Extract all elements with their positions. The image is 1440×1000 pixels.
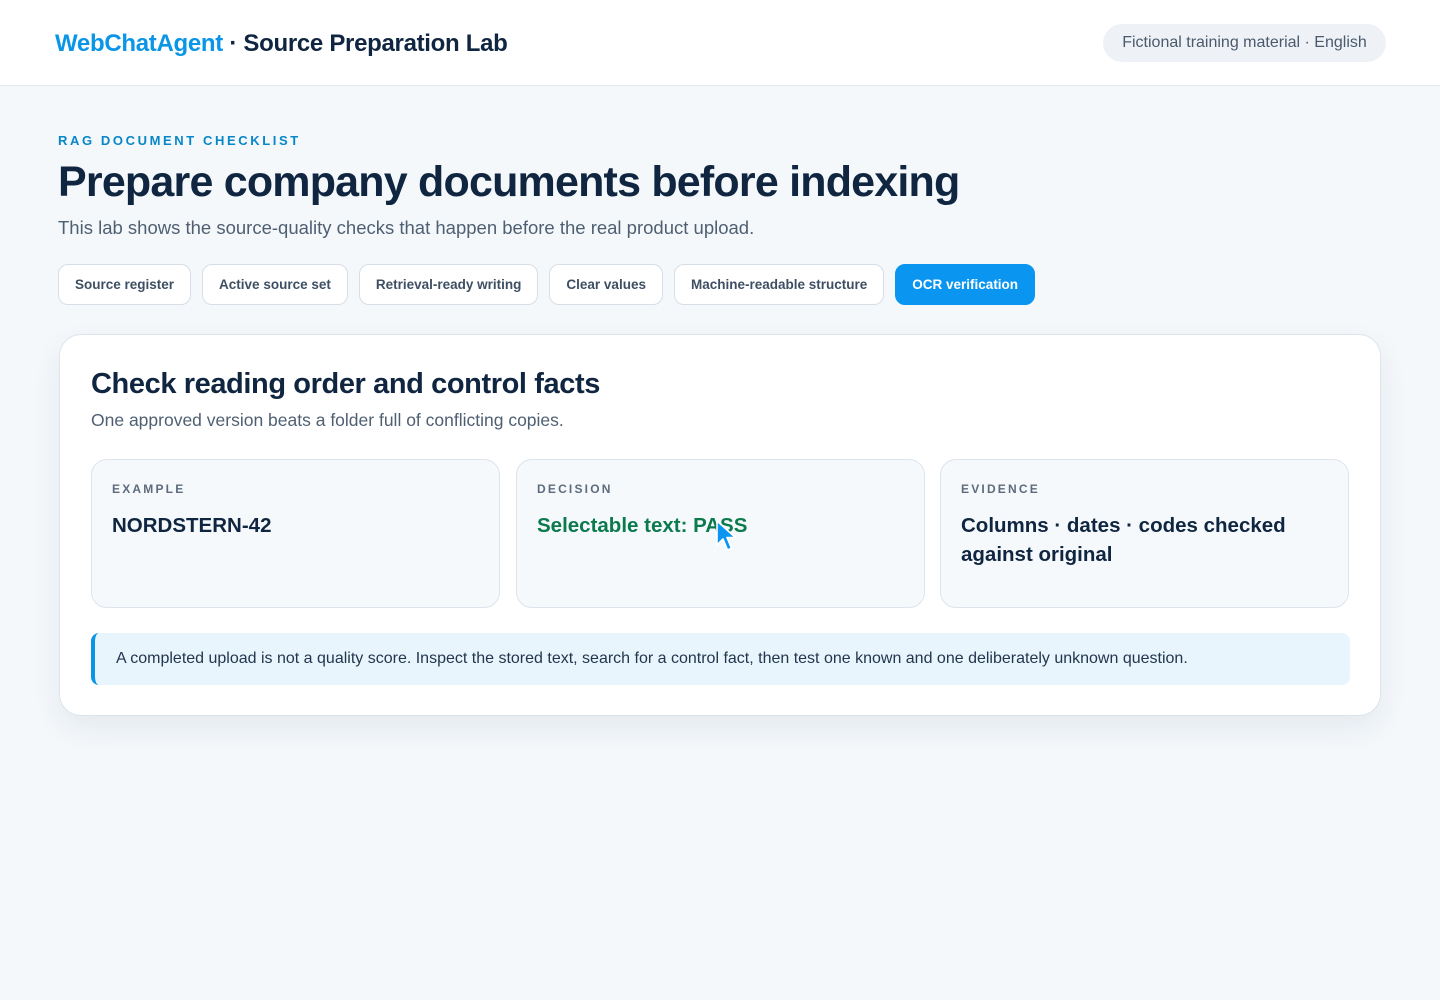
quality-note: A completed upload is not a quality scor… bbox=[91, 633, 1350, 685]
tab-clear-values[interactable]: Clear values bbox=[549, 264, 663, 305]
page-title: Prepare company documents before indexin… bbox=[58, 158, 960, 206]
section-eyebrow: RAG DOCUMENT CHECKLIST bbox=[58, 133, 301, 148]
example-label: EXAMPLE bbox=[112, 482, 186, 496]
page-subtitle: This lab shows the source-quality checks… bbox=[58, 217, 755, 238]
card-title: Check reading order and control facts bbox=[91, 368, 600, 400]
tab-active-source-set[interactable]: Active source set bbox=[202, 264, 348, 305]
app-title: Source Preparation Lab bbox=[243, 30, 508, 57]
brand-separator: · bbox=[222, 30, 244, 57]
evidence-box: EVIDENCE Columns · dates · codes checked… bbox=[940, 459, 1349, 608]
brand-logo[interactable]: WebChatAgent bbox=[55, 30, 223, 57]
example-box: EXAMPLE NORDSTERN-42 bbox=[91, 459, 500, 608]
evidence-label: EVIDENCE bbox=[961, 482, 1040, 496]
example-value: NORDSTERN-42 bbox=[112, 514, 272, 537]
tab-retrieval-ready-writing[interactable]: Retrieval-ready writing bbox=[358, 264, 539, 305]
tab-machine-readable-structure[interactable]: Machine-readable structure bbox=[673, 264, 885, 305]
training-material-badge: Fictional training material · English bbox=[1103, 24, 1386, 62]
top-bar: WebChatAgent · Source Preparation Lab Fi… bbox=[0, 0, 1440, 86]
brand-title: WebChatAgent · Source Preparation Lab bbox=[55, 30, 508, 58]
card-subtitle: One approved version beats a folder full… bbox=[91, 410, 564, 430]
decision-label: DECISION bbox=[537, 482, 613, 496]
tab-ocr-verification[interactable]: OCR verification bbox=[895, 264, 1036, 305]
checklist-tabs: Source register Active source set Retrie… bbox=[58, 264, 1036, 305]
evidence-value: Columns · dates · codes checked against … bbox=[961, 514, 1286, 566]
tab-source-register[interactable]: Source register bbox=[58, 264, 192, 305]
mouse-pointer-icon bbox=[716, 520, 737, 551]
